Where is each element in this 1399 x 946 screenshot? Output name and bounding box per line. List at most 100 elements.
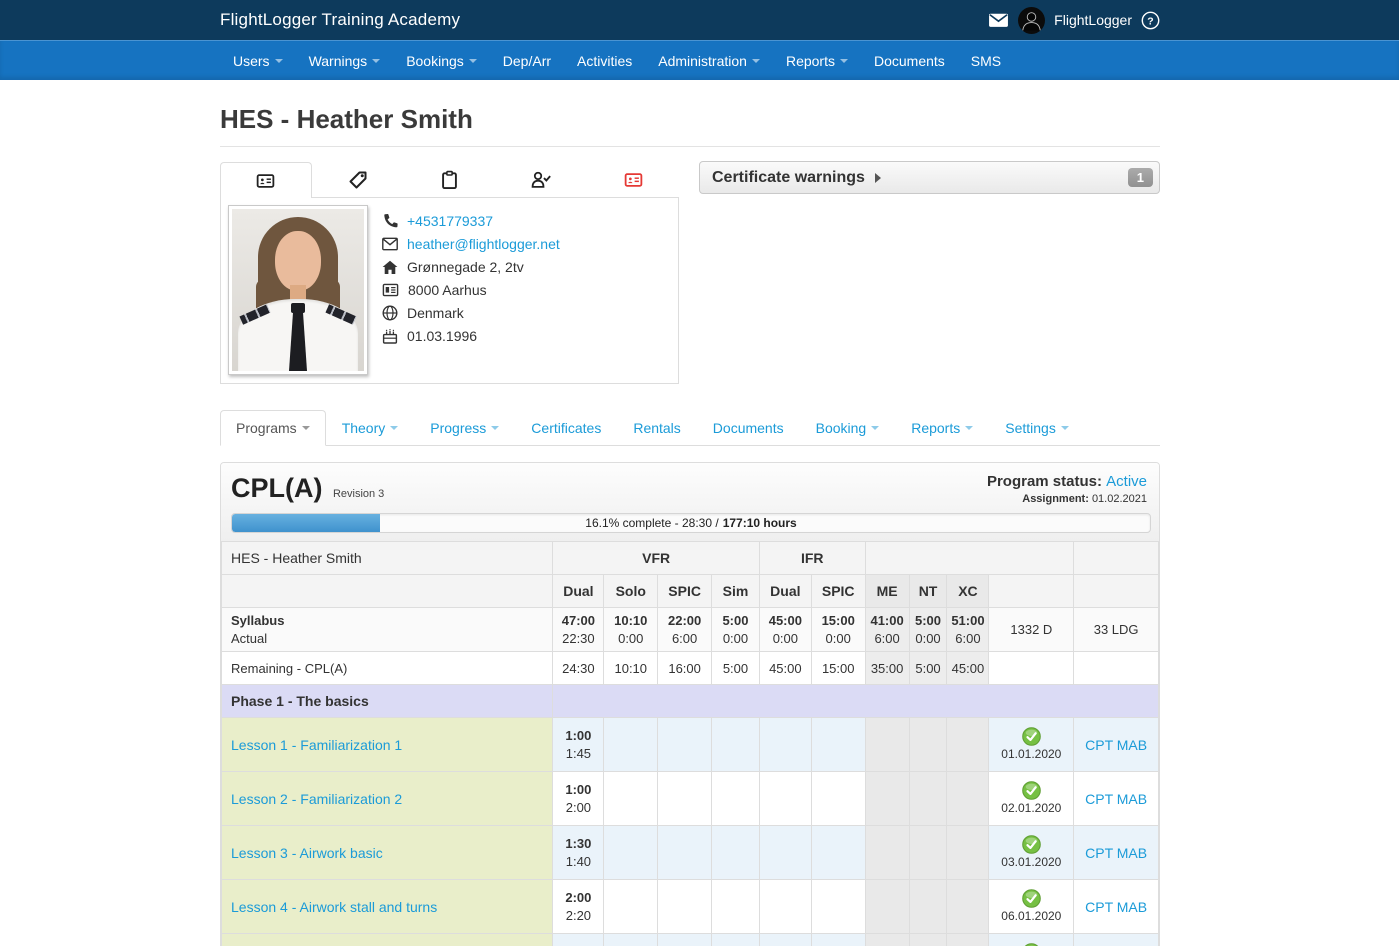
ifr-group-header: IFR bbox=[758, 541, 866, 575]
program-revision: Revision 3 bbox=[332, 488, 385, 500]
tag-icon bbox=[349, 171, 367, 188]
chevron-down-icon bbox=[1060, 426, 1069, 430]
empty-group-header bbox=[1073, 541, 1159, 575]
instructor-link[interactable]: CPT MAB bbox=[1085, 791, 1147, 807]
certificate-warnings-panel[interactable]: Certificate warnings 1 bbox=[699, 161, 1160, 194]
nav-sms[interactable]: SMS bbox=[958, 41, 1014, 80]
lesson-row: Lesson 1 - Familiarization 1 1:00 1:45 01… bbox=[221, 717, 1159, 772]
lesson-date: 03.01.2020 bbox=[1001, 855, 1062, 870]
nav-documents[interactable]: Documents bbox=[861, 41, 958, 80]
birthdate-text: 01.03.1996 bbox=[407, 328, 478, 344]
col-nt: NT bbox=[908, 574, 948, 608]
page-title: HES - Heather Smith bbox=[220, 104, 1160, 147]
instructor-link[interactable]: CPT MAB bbox=[1085, 737, 1147, 753]
envelope-icon bbox=[382, 237, 398, 251]
main-navbar: Users Warnings Bookings Dep/Arr Activiti… bbox=[0, 40, 1399, 80]
empty-group-header bbox=[864, 541, 1075, 575]
program-status-value[interactable]: Active bbox=[1106, 473, 1147, 490]
chevron-down-icon bbox=[372, 58, 381, 63]
assignment-label: Assignment: bbox=[1022, 493, 1089, 505]
progress-label: 16.1% complete - 28:30 /177:10 hours bbox=[585, 516, 797, 530]
nav-administration[interactable]: Administration bbox=[645, 41, 773, 80]
table-header-columns: Dual Solo SPIC Sim Dual SPIC ME NT XC bbox=[221, 574, 1159, 608]
vfr-group-header: VFR bbox=[552, 541, 760, 575]
instructor-link[interactable]: CPT MAB bbox=[1085, 899, 1147, 915]
completed-check-icon bbox=[1022, 889, 1041, 909]
profile-photo bbox=[228, 205, 368, 375]
actual-label: Actual bbox=[231, 630, 268, 646]
tab-booking[interactable]: Booking bbox=[800, 410, 896, 446]
program-panel: CPL(A) Revision 3 Program status: Active… bbox=[220, 462, 1160, 946]
user-name[interactable]: FlightLogger bbox=[1054, 12, 1132, 28]
lesson-date: 06.01.2020 bbox=[1001, 909, 1062, 924]
messages-icon[interactable] bbox=[988, 11, 1009, 29]
assignment-date: 01.02.2021 bbox=[1091, 493, 1147, 505]
home-icon bbox=[382, 260, 398, 274]
profile-tab-notes[interactable] bbox=[404, 161, 496, 197]
lesson-link[interactable]: Lesson 2 - Familiarization 2 bbox=[231, 791, 402, 807]
chevron-down-icon bbox=[468, 58, 477, 63]
city-text: 8000 Aarhus bbox=[408, 282, 487, 298]
col-vfr-spic: SPIC bbox=[657, 574, 713, 608]
phone-link[interactable]: +4531779337 bbox=[407, 213, 493, 229]
tab-progress[interactable]: Progress bbox=[414, 410, 515, 446]
lesson-link[interactable]: Lesson 4 - Airwork stall and turns bbox=[231, 899, 437, 915]
instructor-link[interactable]: CPT MAB bbox=[1085, 845, 1147, 861]
col-vfr-solo: Solo bbox=[603, 574, 659, 608]
lesson-link[interactable]: Lesson 1 - Familiarization 1 bbox=[231, 737, 402, 753]
profile-tab-certificate-warnings[interactable] bbox=[587, 161, 679, 197]
brand-title: FlightLogger Training Academy bbox=[220, 10, 461, 29]
tab-certificates[interactable]: Certificates bbox=[515, 410, 617, 446]
avatar[interactable] bbox=[1018, 6, 1046, 34]
lesson-row: Lesson 5 - Airwork stall and turns 2:002… bbox=[221, 933, 1159, 946]
certificate-warnings-count-badge: 1 bbox=[1127, 168, 1153, 187]
nav-bookings[interactable]: Bookings bbox=[393, 41, 490, 80]
profile-tab-tags[interactable] bbox=[312, 161, 404, 197]
contact-address-row: Grønnegade 2, 2tv bbox=[382, 259, 560, 275]
col-vfr-sim: Sim bbox=[711, 574, 760, 608]
nav-dep-arr[interactable]: Dep/Arr bbox=[490, 41, 564, 80]
phase-row: Phase 1 - The basics bbox=[221, 684, 1159, 718]
city-icon bbox=[382, 283, 399, 297]
tab-settings[interactable]: Settings bbox=[989, 410, 1085, 446]
contact-city-row: 8000 Aarhus bbox=[382, 282, 560, 298]
nav-activities[interactable]: Activities bbox=[564, 41, 645, 80]
col-xc: XC bbox=[946, 574, 990, 608]
profile-tab-strip bbox=[220, 161, 679, 198]
email-link[interactable]: heather@flightlogger.net bbox=[407, 236, 560, 252]
phase-label: Phase 1 - The basics bbox=[221, 684, 554, 718]
lesson-row: Lesson 3 - Airwork basic 1:30 1:40 03.01.… bbox=[221, 825, 1159, 880]
lesson-link[interactable]: Lesson 3 - Airwork basic bbox=[231, 845, 383, 861]
contact-phone-row: +4531779337 bbox=[382, 213, 560, 229]
profile-tab-contact[interactable] bbox=[220, 162, 312, 198]
tab-reports[interactable]: Reports bbox=[895, 410, 989, 446]
profile-tab-user-status[interactable] bbox=[495, 161, 587, 197]
nav-warnings[interactable]: Warnings bbox=[296, 41, 394, 80]
col-me: ME bbox=[864, 574, 910, 608]
syllabus-label: Syllabus bbox=[231, 612, 285, 628]
chevron-down-icon bbox=[751, 58, 760, 63]
chevron-down-icon bbox=[491, 426, 500, 430]
remaining-label: Remaining - CPL(A) bbox=[221, 651, 554, 685]
tab-programs[interactable]: Programs bbox=[220, 410, 326, 446]
lesson-row: Lesson 4 - Airwork stall and turns 2:00 2… bbox=[221, 879, 1159, 934]
program-progress-bar: 16.1% complete - 28:30 /177:10 hours bbox=[231, 513, 1151, 533]
nav-users[interactable]: Users bbox=[220, 41, 296, 80]
tab-theory[interactable]: Theory bbox=[326, 410, 415, 446]
clipboard-icon bbox=[442, 170, 457, 189]
table-header-groups: HES - Heather Smith VFR IFR bbox=[221, 541, 1159, 575]
landings-day: 1332 D bbox=[988, 607, 1075, 652]
nav-reports[interactable]: Reports bbox=[773, 41, 861, 80]
lesson-date: 01.01.2020 bbox=[1001, 747, 1062, 762]
certificate-warnings-title: Certificate warnings bbox=[712, 168, 865, 186]
student-tabs: Programs Theory Progress Certificates Re… bbox=[220, 410, 1160, 446]
landings-total: 33 LDG bbox=[1073, 607, 1159, 652]
help-icon[interactable]: ? bbox=[1141, 11, 1160, 30]
col-ifr-spic: SPIC bbox=[810, 574, 866, 608]
profile-contact-panel: +4531779337 heather@flightlogger.net Grø… bbox=[220, 198, 679, 384]
id-card-warning-icon bbox=[624, 172, 642, 187]
remaining-row: Remaining - CPL(A) 24:30 10:10 16:00 5:0… bbox=[221, 651, 1159, 685]
tab-rentals[interactable]: Rentals bbox=[617, 410, 696, 446]
completed-check-icon bbox=[1022, 781, 1041, 801]
tab-documents[interactable]: Documents bbox=[697, 410, 800, 446]
